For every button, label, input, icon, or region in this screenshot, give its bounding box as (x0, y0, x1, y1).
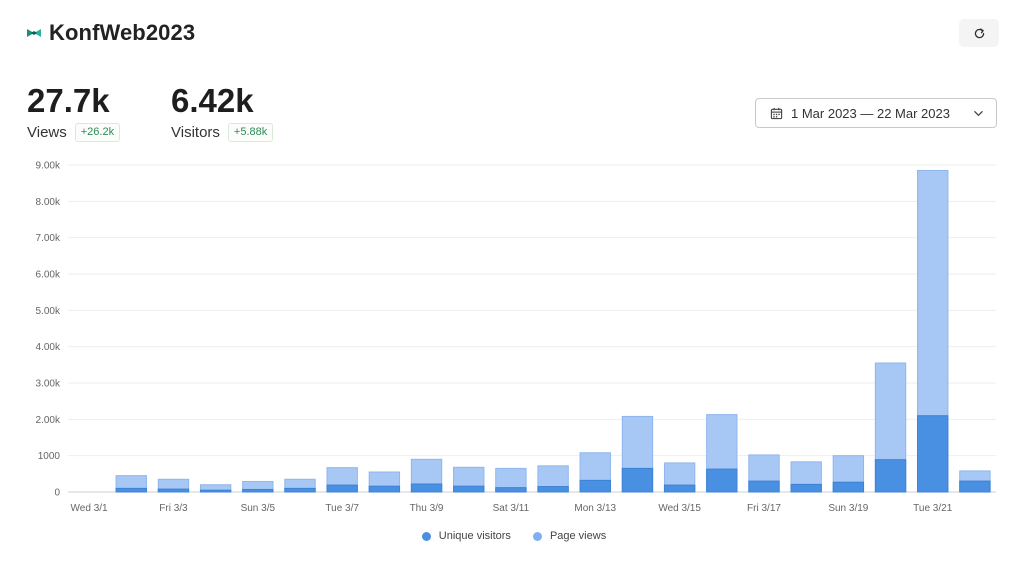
y-tick-label: 3.00k (36, 379, 61, 390)
bar-unique-visitors (495, 487, 527, 493)
bar-chart: 0 1000 2.00k 3.00k 4.00k 5.00k 6.00k 7.00k 8.00k… (36, 161, 996, 514)
y-tick-label: 7.00k (36, 233, 61, 244)
x-tick-label: Sat 3/11 (493, 503, 530, 514)
bar-unique-visitors (453, 485, 485, 493)
legend-swatch (421, 531, 431, 541)
x-tick-label: Sun 3/5 (241, 503, 276, 514)
metric-visitors: 6.42k Visitors +5.88k (171, 82, 274, 142)
bar-unique-visitors (874, 459, 907, 493)
bar-unique-visitors (368, 485, 401, 493)
bar-unique-visitors (284, 487, 316, 493)
bar-unique-visitors (917, 415, 949, 493)
refresh-button[interactable] (959, 19, 999, 47)
bar-unique-visitors (199, 489, 232, 493)
metric-value: 6.42k (171, 82, 254, 119)
legend-item-page-views[interactable]: Page views (532, 530, 607, 542)
x-tick-label: Tue 3/21 (913, 503, 953, 514)
y-tick-label: 9.00k (36, 161, 61, 172)
metric-change-badge: +26.2k (74, 123, 121, 142)
date-range-picker[interactable]: 1 Mar 2023 — 22 Mar 2023 (755, 98, 997, 128)
metric-change-badge: +5.88k (227, 123, 274, 142)
date-range-label: 1 Mar 2023 — 22 Mar 2023 (791, 105, 950, 121)
bar-unique-visitors (790, 483, 822, 493)
header: KonfWeb2023 (26, 18, 195, 48)
bar-unique-visitors (706, 468, 738, 493)
bar-unique-visitors (326, 484, 358, 493)
bar-unique-visitors (832, 481, 865, 493)
legend-label: Unique visitors (438, 530, 511, 542)
metric-label: Views (27, 124, 67, 141)
x-tick-label: Mon 3/13 (574, 503, 616, 514)
bar-unique-visitors (157, 488, 190, 493)
legend-item-unique-visitors[interactable]: Unique visitors (421, 530, 511, 542)
x-tick-label: Wed 3/15 (658, 503, 701, 514)
bar-unique-visitors (242, 488, 274, 493)
y-tick-label: 2.00k (36, 415, 61, 426)
bar-unique-visitors (115, 487, 147, 493)
refresh-icon (974, 27, 984, 38)
metric-label: Visitors (171, 124, 220, 141)
bar-unique-visitors (748, 480, 780, 493)
bar-unique-visitors (959, 480, 991, 493)
calendar-icon (770, 107, 783, 119)
y-tick-label: 6.00k (36, 270, 61, 281)
metric-value: 27.7k (27, 82, 110, 119)
chart-legend: Unique visitors Page views (0, 530, 1028, 542)
x-tick-label: Tue 3/7 (325, 503, 359, 514)
legend-swatch (532, 531, 542, 541)
konfweb-logo-icon (27, 29, 41, 37)
legend-label: Page views (549, 530, 607, 542)
y-tick-label: 8.00k (36, 197, 61, 208)
x-tick-label: Fri 3/17 (747, 503, 781, 514)
chevron-down-icon (974, 110, 983, 116)
bar-unique-visitors (621, 467, 654, 493)
x-tick-label: Wed 3/1 (71, 503, 108, 514)
x-tick-label: Thu 3/9 (410, 503, 444, 514)
bar-unique-visitors (579, 479, 611, 493)
site-title: KonfWeb2023 (49, 20, 196, 45)
x-tick-label: Fri 3/3 (159, 503, 188, 514)
y-tick-label: 5.00k (36, 306, 61, 317)
bar-unique-visitors (410, 483, 443, 493)
y-tick-label: 4.00k (36, 342, 61, 353)
bar-unique-visitors (537, 486, 569, 493)
x-tick-label: Sun 3/19 (828, 503, 868, 514)
metric-views: 27.7k Views +26.2k (27, 82, 121, 142)
bar-unique-visitors (663, 484, 696, 493)
y-tick-label: 1000 (38, 451, 61, 462)
y-tick-label: 0 (54, 488, 60, 499)
